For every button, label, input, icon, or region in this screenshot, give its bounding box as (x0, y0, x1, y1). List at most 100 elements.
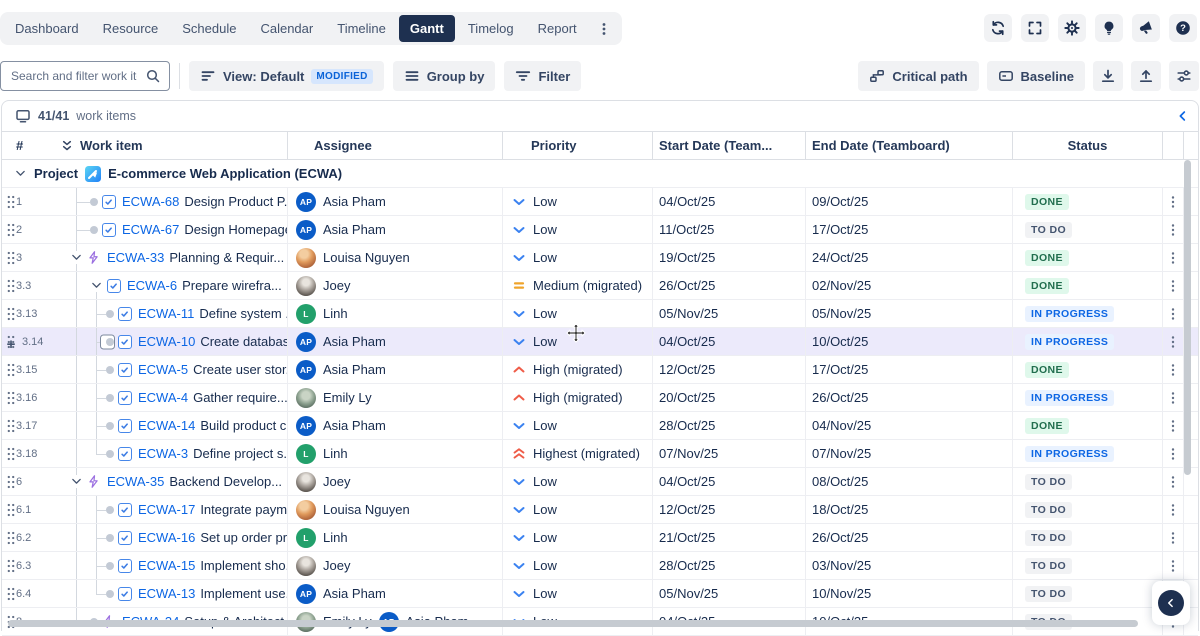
tree-node[interactable] (106, 366, 114, 374)
assignee-cell[interactable]: Emily Ly (287, 384, 502, 411)
drag-handle-icon[interactable] (6, 474, 16, 489)
end-date-cell[interactable]: 10/Oct/25 (805, 328, 1012, 355)
work-item-cell[interactable]: ECWA-16 Set up order pr... (50, 524, 287, 551)
status-cell[interactable]: IN PROGRESS (1012, 440, 1162, 467)
table-row[interactable]: 3.16 ECWA-4 Gather require... Emily Ly H… (2, 384, 1198, 412)
chevron-down-icon[interactable] (70, 251, 83, 264)
start-date-cell[interactable]: 26/Oct/25 (652, 272, 805, 299)
work-item-key[interactable]: ECWA-6 (127, 278, 177, 293)
row-menu-button[interactable] (1162, 468, 1184, 495)
start-date-cell[interactable]: 04/Oct/25 (652, 328, 805, 355)
tree-node[interactable] (70, 475, 83, 488)
priority-cell[interactable]: High (migrated) (502, 356, 652, 383)
table-row[interactable]: 3.18 ECWA-3 Define project s... LLinh Hi… (2, 440, 1198, 468)
collapse-panel-button[interactable] (1176, 109, 1190, 123)
drag-handle-icon[interactable] (6, 530, 16, 545)
drag-handle-icon[interactable] (6, 502, 16, 517)
row-menu-button[interactable] (1162, 440, 1184, 467)
project-row[interactable]: Project E-commerce Web Application (ECWA… (2, 160, 1198, 188)
table-row[interactable]: 1 ECWA-68 Design Product P... APAsia Pha… (2, 188, 1198, 216)
tree-node[interactable] (90, 198, 98, 206)
drag-handle-icon[interactable] (6, 446, 16, 461)
priority-cell[interactable]: Low (502, 328, 652, 355)
start-date-cell[interactable]: 12/Oct/25 (652, 496, 805, 523)
status-cell[interactable]: IN PROGRESS (1012, 328, 1162, 355)
assignee-cell[interactable]: LLinh (287, 524, 502, 551)
expand-panel-button[interactable] (1158, 590, 1184, 616)
priority-cell[interactable]: Highest (migrated) (502, 440, 652, 467)
priority-cell[interactable]: Medium (migrated) (502, 272, 652, 299)
start-date-cell[interactable]: 07/Nov/25 (652, 440, 805, 467)
work-item-cell[interactable]: ECWA-11 Define system ... (50, 300, 287, 327)
end-date-cell[interactable]: 17/Oct/25 (805, 356, 1012, 383)
tab-timelog[interactable]: Timelog (457, 15, 525, 42)
column-header-status[interactable]: Status (1012, 132, 1162, 159)
horizontal-scrollbar[interactable] (8, 620, 1138, 627)
drag-handle-icon[interactable] (6, 362, 16, 377)
table-row[interactable]: 2 ECWA-67 Design Homepage APAsia Pham Lo… (2, 216, 1198, 244)
vertical-scrollbar[interactable] (1184, 160, 1191, 475)
priority-cell[interactable]: Low (502, 496, 652, 523)
priority-cell[interactable]: Low (502, 300, 652, 327)
baseline-button[interactable]: Baseline (987, 61, 1085, 91)
end-date-cell[interactable]: 26/Oct/25 (805, 384, 1012, 411)
end-date-cell[interactable]: 18/Oct/25 (805, 496, 1012, 523)
end-date-cell[interactable]: 09/Oct/25 (805, 188, 1012, 215)
work-item-key[interactable]: ECWA-11 (138, 306, 194, 321)
assignee-cell[interactable]: LLinh (287, 440, 502, 467)
priority-cell[interactable]: Low (502, 412, 652, 439)
work-item-key[interactable]: ECWA-35 (107, 474, 164, 489)
row-menu-button[interactable] (1162, 412, 1184, 439)
column-header-start-date[interactable]: Start Date (Team... (652, 132, 805, 159)
assignee-cell[interactable]: LLinh (287, 300, 502, 327)
tree-node[interactable] (90, 226, 98, 234)
tree-node[interactable] (106, 450, 114, 458)
work-item-cell[interactable]: ECWA-35 Backend Develop... (50, 468, 287, 495)
start-date-cell[interactable]: 19/Oct/25 (652, 244, 805, 271)
priority-cell[interactable]: Low (502, 244, 652, 271)
assignee-cell[interactable]: Louisa Nguyen (287, 496, 502, 523)
status-cell[interactable]: TO DO (1012, 524, 1162, 551)
table-row[interactable]: 3.14 ECWA-10 Create databas... APAsia Ph… (2, 328, 1198, 356)
table-row[interactable]: 6.4 ECWA-13 Implement use... APAsia Pham… (2, 580, 1198, 608)
status-cell[interactable]: DONE (1012, 272, 1162, 299)
import-button[interactable] (1131, 61, 1161, 91)
start-date-cell[interactable]: 05/Nov/25 (652, 300, 805, 327)
row-menu-button[interactable] (1162, 384, 1184, 411)
priority-cell[interactable]: Low (502, 216, 652, 243)
end-date-cell[interactable]: 07/Nov/25 (805, 440, 1012, 467)
table-settings-button[interactable] (1169, 61, 1199, 91)
assignee-cell[interactable]: APAsia Pham (287, 412, 502, 439)
start-date-cell[interactable]: 20/Oct/25 (652, 384, 805, 411)
nav-more-button[interactable] (590, 17, 618, 41)
search-box[interactable] (0, 61, 170, 91)
table-row[interactable]: 6.1 ECWA-17 Integrate paym... Louisa Ngu… (2, 496, 1198, 524)
work-item-cell[interactable]: ECWA-10 Create databas... (50, 328, 287, 355)
end-date-cell[interactable]: 10/Nov/25 (805, 580, 1012, 607)
tab-resource[interactable]: Resource (92, 15, 170, 42)
assignee-cell[interactable]: APAsia Pham (287, 580, 502, 607)
chevron-down-icon[interactable] (90, 279, 103, 292)
status-cell[interactable]: TO DO (1012, 580, 1162, 607)
work-item-key[interactable]: ECWA-5 (138, 362, 188, 377)
work-item-key[interactable]: ECWA-33 (107, 250, 164, 265)
drag-handle-icon[interactable] (6, 418, 16, 433)
search-input[interactable] (9, 68, 139, 84)
row-menu-button[interactable] (1162, 188, 1184, 215)
filter-button[interactable]: Filter (504, 61, 581, 91)
column-header-work-item[interactable]: Work item (50, 132, 287, 159)
fullscreen-button[interactable] (1021, 14, 1049, 42)
row-menu-button[interactable] (1162, 356, 1184, 383)
work-item-key[interactable]: ECWA-14 (138, 418, 195, 433)
tab-timeline[interactable]: Timeline (326, 15, 397, 42)
drag-handle-icon[interactable] (6, 306, 16, 321)
status-cell[interactable]: IN PROGRESS (1012, 384, 1162, 411)
drag-handle-icon[interactable] (6, 250, 16, 265)
work-item-key[interactable]: ECWA-17 (138, 502, 195, 517)
tree-node[interactable] (106, 562, 114, 570)
row-menu-button[interactable] (1162, 496, 1184, 523)
end-date-cell[interactable]: 17/Oct/25 (805, 216, 1012, 243)
tree-node[interactable] (106, 590, 114, 598)
row-menu-button[interactable] (1162, 272, 1184, 299)
column-header-assignee[interactable]: Assignee (287, 132, 502, 159)
